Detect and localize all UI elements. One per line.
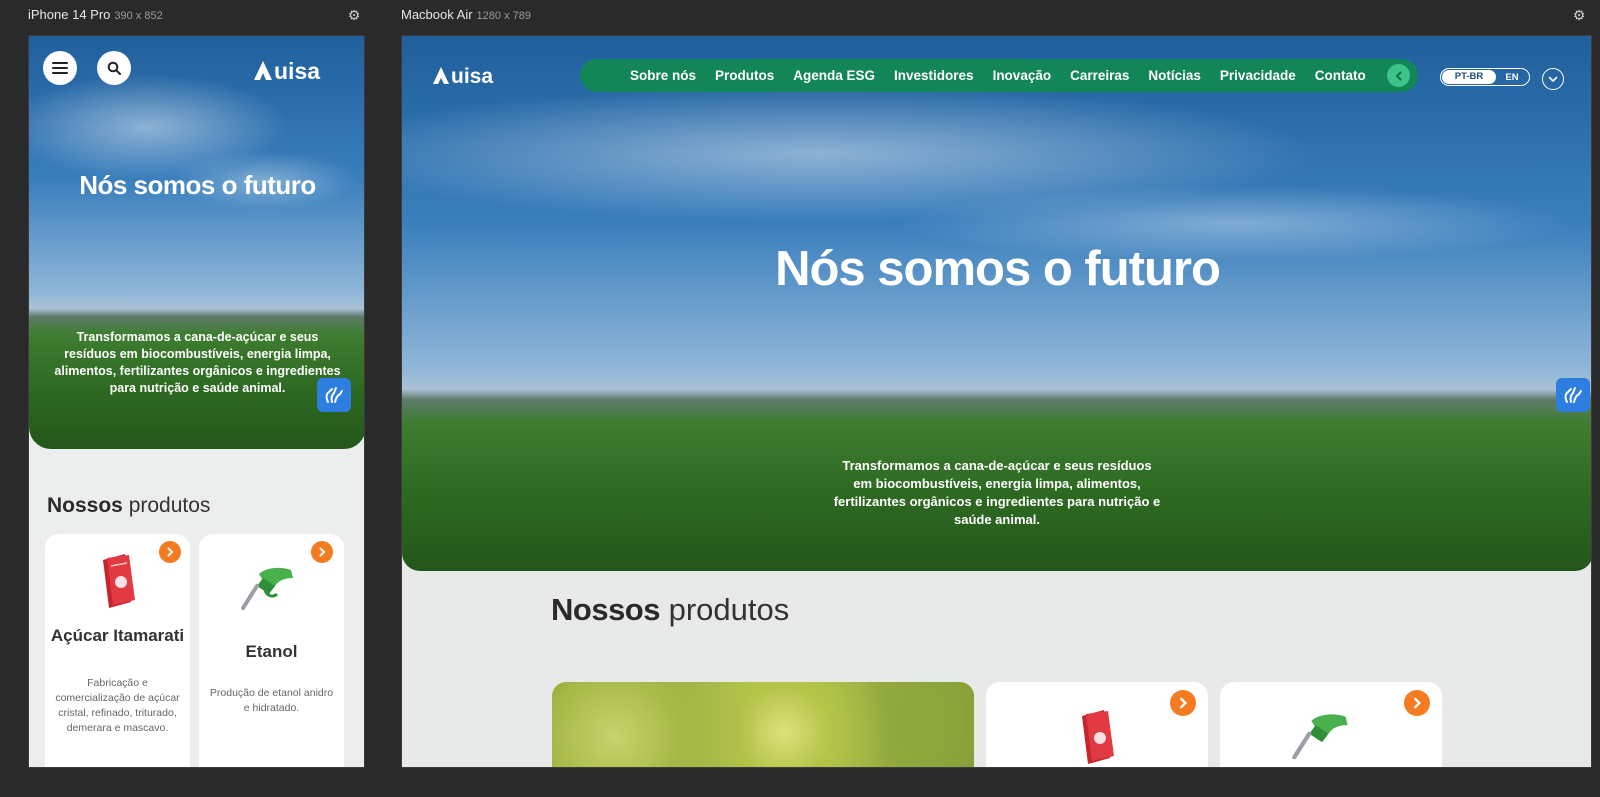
hero-title: Nós somos o futuro	[775, 242, 1221, 296]
accessibility-button[interactable]	[317, 378, 351, 412]
nav-item-sobre-nos[interactable]: Sobre nós	[630, 68, 696, 83]
search-icon	[107, 61, 121, 75]
chevron-right-icon	[319, 547, 326, 557]
product-description: Produção de etanol anidro e hidratado.	[209, 687, 334, 714]
sign-language-icon	[1564, 387, 1582, 403]
expand-menu-button[interactable]	[1542, 68, 1564, 90]
product-card-acucar[interactable]	[986, 682, 1208, 767]
nav-back-button[interactable]	[1387, 64, 1410, 87]
viewport-name: Macbook Air	[401, 7, 473, 22]
nav-item-inovacao[interactable]: Inovação	[993, 68, 1052, 83]
svg-text:uisa: uisa	[274, 58, 320, 82]
nav-item-contato[interactable]: Contato	[1315, 68, 1366, 83]
nav-item-privacidade[interactable]: Privacidade	[1220, 68, 1296, 83]
fuel-nozzle-icon	[241, 567, 293, 610]
desktop-viewport-label: Macbook Air 1280 x 789	[401, 7, 531, 22]
fuel-nozzle-icon	[1292, 714, 1348, 760]
language-option-en[interactable]: EN	[1496, 72, 1528, 83]
products-section-title: Nossos produtos	[551, 592, 789, 628]
viewport-dims: 1280 x 789	[476, 10, 531, 22]
menu-button[interactable]	[43, 51, 77, 85]
product-card-acucar[interactable]: Açúcar Itamarati Fabricação e comerciali…	[45, 534, 190, 767]
card-arrow-button[interactable]	[1404, 690, 1430, 716]
chevron-left-icon	[1395, 71, 1401, 80]
sugarcane-photo	[552, 682, 974, 767]
nav-item-produtos[interactable]: Produtos	[715, 68, 774, 83]
hamburger-icon	[52, 62, 68, 74]
section-title-rest: produtos	[668, 592, 790, 627]
sugar-bag-icon	[103, 554, 135, 608]
desktop-preview: uisa Sobre nós Produtos Agenda ESG Inves…	[401, 35, 1592, 768]
product-title: Açúcar Itamarati	[50, 626, 185, 645]
product-card-etanol[interactable]: Etanol Produção de etanol anidro e hidra…	[199, 534, 344, 767]
viewport-name: iPhone 14 Pro	[28, 7, 111, 22]
nav-item-noticias[interactable]: Notícias	[1148, 68, 1201, 83]
chevron-right-icon	[1414, 697, 1422, 709]
search-button[interactable]	[97, 51, 131, 85]
card-arrow-button[interactable]	[311, 541, 333, 563]
product-description: Fabricação e comercialização de açúcar c…	[55, 677, 180, 734]
desktop-settings-gear-icon[interactable]: ⚙	[1572, 8, 1586, 22]
product-card-etanol[interactable]	[1220, 682, 1442, 767]
svg-text:uisa: uisa	[451, 65, 493, 86]
chevron-down-icon	[1548, 76, 1558, 83]
auisa-logo[interactable]: uisa	[432, 64, 520, 86]
nav-item-carreiras[interactable]: Carreiras	[1070, 68, 1129, 83]
section-title-rest: produtos	[128, 494, 211, 517]
products-section-title: Nossos produtos	[47, 494, 210, 518]
section-title-bold: Nossos	[47, 494, 123, 517]
hero-banner: uisa Nós somos o futuro Transformamos a …	[29, 36, 364, 449]
main-navigation: Sobre nós Produtos Agenda ESG Investidor…	[580, 59, 1418, 92]
accessibility-button[interactable]	[1556, 378, 1590, 412]
mobile-viewport-label: iPhone 14 Pro 390 x 852	[28, 7, 163, 22]
auisa-logo[interactable]: uisa	[252, 58, 352, 82]
card-arrow-button[interactable]	[1170, 690, 1196, 716]
nav-item-agenda-esg[interactable]: Agenda ESG	[793, 68, 875, 83]
product-title: Etanol	[245, 642, 298, 661]
viewport-dims: 390 x 852	[114, 10, 163, 22]
sign-language-icon	[325, 387, 343, 403]
mobile-settings-gear-icon[interactable]: ⚙	[347, 8, 361, 22]
section-title-bold: Nossos	[551, 592, 660, 627]
mobile-preview: uisa Nós somos o futuro Transformamos a …	[28, 35, 365, 768]
hero-banner: uisa Sobre nós Produtos Agenda ESG Inves…	[402, 36, 1591, 571]
hero-subtitle: Transformamos a cana-de-açúcar e seus re…	[833, 458, 1161, 527]
language-option-ptbr[interactable]: PT-BR	[1442, 70, 1496, 84]
chevron-right-icon	[1180, 697, 1188, 709]
chevron-right-icon	[167, 547, 174, 557]
nav-item-investidores[interactable]: Investidores	[894, 68, 974, 83]
card-arrow-button[interactable]	[159, 541, 181, 563]
hero-subtitle: Transformamos a cana-de-açúcar e seus re…	[54, 330, 341, 395]
sugar-bag-icon	[1082, 710, 1114, 764]
hero-title: Nós somos o futuro	[79, 170, 316, 200]
language-toggle[interactable]: PT-BR EN	[1440, 68, 1530, 86]
